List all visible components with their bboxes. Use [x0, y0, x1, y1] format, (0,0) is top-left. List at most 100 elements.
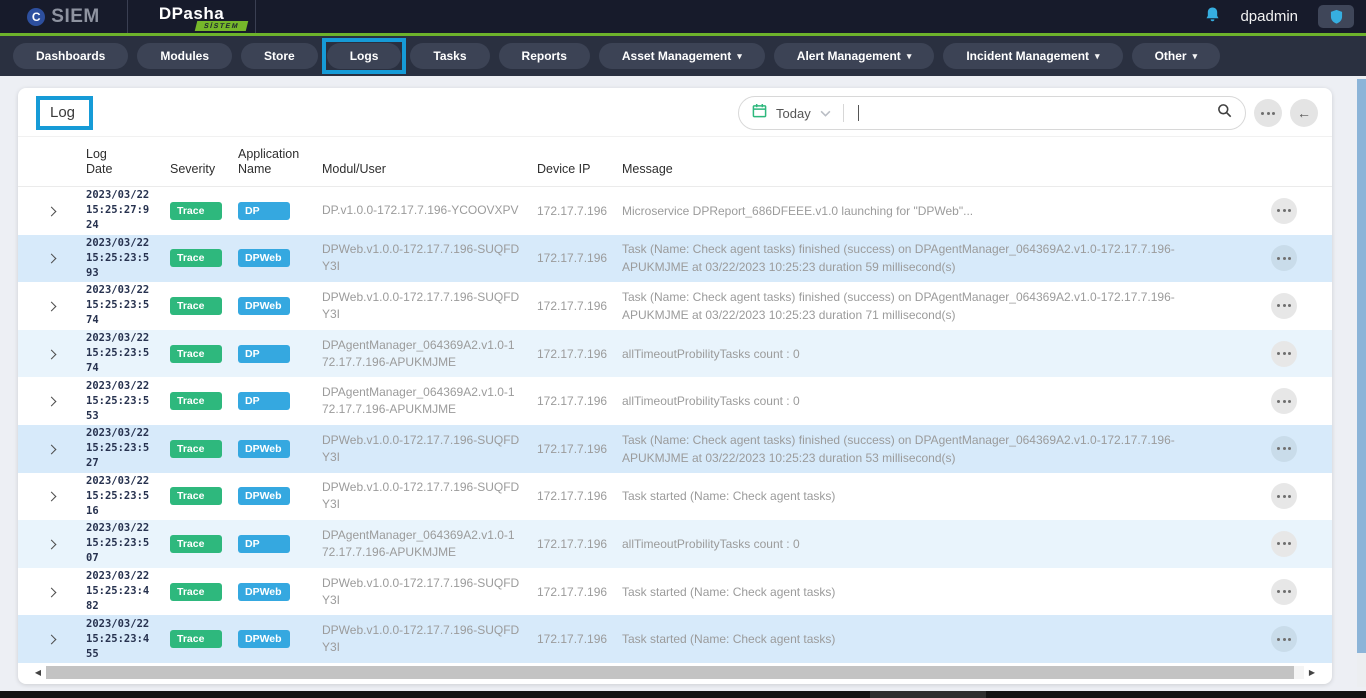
scroll-right-arrow-icon[interactable]: ▶ [1304, 668, 1320, 677]
expand-chevron-right-icon[interactable] [47, 635, 57, 645]
table-row[interactable]: 2023/03/22 15:25:23:4 55 Trace DPWeb DPW… [18, 615, 1332, 663]
dpasha-logo[interactable]: DPasha SİSTEM [128, 0, 256, 33]
severity-badge: Trace [170, 583, 222, 601]
expand-chevron-right-icon[interactable] [47, 540, 57, 550]
calendar-icon[interactable] [752, 103, 767, 123]
modul-user-cell: DP.v1.0.0-172.17.7.196-YCOOVXPV [322, 202, 537, 219]
message-cell: allTimeoutProbilityTasks count : 0 [622, 535, 1252, 553]
horizontal-scrollbar[interactable]: ◀ ▶ [30, 665, 1320, 680]
nav-item[interactable]: Store [241, 43, 318, 69]
application-badge: DP [238, 392, 290, 410]
nav-item[interactable]: Modules [137, 43, 232, 69]
log-date-cell: 2023/03/22 15:25:23:4 82 [70, 569, 170, 614]
expand-chevron-right-icon[interactable] [47, 587, 57, 597]
nav-item[interactable]: Alert Management ▾ [774, 43, 935, 69]
severity-badge: Trace [170, 630, 222, 648]
window-bottom-edge-segment [870, 691, 986, 698]
device-ip-cell: 172.17.7.196 [537, 204, 622, 218]
device-ip-cell: 172.17.7.196 [537, 251, 622, 265]
table-row[interactable]: 2023/03/22 15:25:23:5 53 Trace DP DPAgen… [18, 377, 1332, 425]
date-range-label[interactable]: Today [776, 106, 811, 121]
siem-logo[interactable]: C SIEM [0, 0, 128, 33]
nav-item[interactable]: Asset Management ▾ [599, 43, 765, 69]
table-row[interactable]: 2023/03/22 15:25:23:5 16 Trace DPWeb DPW… [18, 473, 1332, 521]
severity-badge: Trace [170, 392, 222, 410]
row-actions-button[interactable] [1271, 579, 1297, 605]
table-row[interactable]: 2023/03/22 15:25:23:5 27 Trace DPWeb DPW… [18, 425, 1332, 473]
message-cell: Task started (Name: Check agent tasks) [622, 630, 1252, 648]
ellipsis-icon [1261, 112, 1275, 115]
nav-item-label: Store [264, 49, 295, 63]
row-actions-button[interactable] [1271, 436, 1297, 462]
expand-chevron-right-icon[interactable] [47, 397, 57, 407]
expand-chevron-right-icon[interactable] [47, 254, 57, 264]
horizontal-scrollbar-thumb[interactable] [46, 666, 1294, 679]
row-actions-button[interactable] [1271, 483, 1297, 509]
ellipsis-icon [1277, 209, 1291, 212]
row-actions-button[interactable] [1271, 388, 1297, 414]
column-severity[interactable]: Severity [170, 162, 238, 177]
table-row[interactable]: 2023/03/22 15:25:23:5 07 Trace DP DPAgen… [18, 520, 1332, 568]
siem-logo-text: SIEM [51, 6, 99, 28]
row-actions-button[interactable] [1271, 626, 1297, 652]
modul-user-cell: DPWeb.v1.0.0-172.17.7.196-SUQFDY3I [322, 432, 537, 466]
column-modul-user[interactable]: Modul/User [322, 162, 537, 177]
modul-user-cell: DPAgentManager_064369A2.v1.0-172.17.7.19… [322, 337, 537, 371]
chevron-down-icon[interactable] [820, 104, 831, 122]
window-bottom-edge [0, 691, 1366, 698]
table-row[interactable]: 2023/03/22 15:25:23:5 93 Trace DPWeb DPW… [18, 235, 1332, 283]
row-actions-button[interactable] [1271, 531, 1297, 557]
log-search-input[interactable] [868, 106, 1208, 121]
vertical-scrollbar-thumb[interactable] [1357, 79, 1366, 653]
shield-icon [1330, 9, 1343, 24]
expand-chevron-right-icon[interactable] [47, 349, 57, 359]
vertical-scrollbar[interactable] [1357, 77, 1366, 687]
row-actions-button[interactable] [1271, 293, 1297, 319]
application-badge: DPWeb [238, 487, 290, 505]
expand-chevron-right-icon[interactable] [47, 492, 57, 502]
nav-item[interactable]: Dashboards [13, 43, 128, 69]
page-title-annotation: Log [36, 96, 93, 130]
back-button[interactable]: ← [1290, 99, 1318, 127]
column-message[interactable]: Message [622, 162, 1252, 177]
severity-badge: Trace [170, 440, 222, 458]
modul-user-cell: DPAgentManager_064369A2.v1.0-172.17.7.19… [322, 384, 537, 418]
table-row[interactable]: 2023/03/22 15:25:23:5 74 Trace DP DPAgen… [18, 330, 1332, 378]
row-actions-button[interactable] [1271, 245, 1297, 271]
table-row[interactable]: 2023/03/22 15:25:23:4 82 Trace DPWeb DPW… [18, 568, 1332, 616]
ellipsis-icon [1277, 257, 1291, 260]
device-ip-cell: 172.17.7.196 [537, 299, 622, 313]
expand-chevron-right-icon[interactable] [47, 444, 57, 454]
nav-item[interactable]: Logs [327, 43, 402, 69]
dpasha-sistem-badge: SİSTEM [195, 21, 249, 31]
row-actions-button[interactable] [1271, 198, 1297, 224]
expand-chevron-right-icon[interactable] [47, 302, 57, 312]
nav-item[interactable]: Other ▾ [1132, 43, 1221, 69]
nav-item[interactable]: Incident Management ▾ [943, 43, 1122, 69]
nav-item-label: Tasks [433, 49, 466, 63]
app-window: C SIEM DPasha SİSTEM dpadmin Dashboards … [0, 0, 1366, 698]
expand-chevron-right-icon[interactable] [47, 206, 57, 216]
nav-item-label: Dashboards [36, 49, 105, 63]
message-cell: allTimeoutProbilityTasks count : 0 [622, 392, 1252, 410]
ellipsis-icon [1277, 542, 1291, 545]
more-options-button[interactable] [1254, 99, 1282, 127]
row-actions-button[interactable] [1271, 341, 1297, 367]
column-application-name[interactable]: Application Name [238, 147, 322, 177]
nav-item[interactable]: Reports [499, 43, 590, 69]
search-filter-bar[interactable]: Today [738, 96, 1246, 130]
nav-item[interactable]: Tasks [410, 43, 489, 69]
divider [843, 104, 844, 122]
chevron-down-icon: ▾ [1193, 51, 1198, 62]
profile-shield-button[interactable] [1318, 5, 1354, 28]
chevron-down-icon: ▾ [737, 51, 742, 62]
scrollbar-track[interactable] [1294, 666, 1304, 679]
scroll-left-arrow-icon[interactable]: ◀ [30, 668, 46, 677]
column-device-ip[interactable]: Device IP [537, 162, 622, 177]
username-label[interactable]: dpadmin [1240, 8, 1298, 25]
search-icon[interactable] [1217, 103, 1232, 123]
bell-icon[interactable] [1205, 6, 1220, 28]
column-log-date[interactable]: Log Date [70, 147, 170, 177]
table-row[interactable]: 2023/03/22 15:25:23:5 74 Trace DPWeb DPW… [18, 282, 1332, 330]
table-row[interactable]: 2023/03/22 15:25:27:9 24 Trace DP DP.v1.… [18, 187, 1332, 235]
